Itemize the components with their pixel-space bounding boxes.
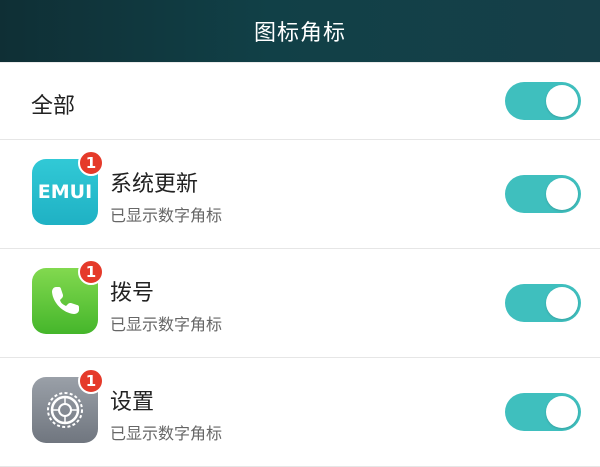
list-item-settings[interactable]: 1 设置 已显示数字角标	[0, 358, 600, 467]
notification-badge: 1	[78, 259, 104, 285]
app-name: 系统更新	[110, 172, 199, 197]
notification-badge: 1	[78, 368, 104, 394]
page-title: 图标角标	[253, 21, 346, 46]
app-name: 设置	[110, 390, 155, 415]
settings-toggle[interactable]	[505, 393, 581, 431]
list-item-dialer[interactable]: 1 拨号 已显示数字角标	[0, 249, 600, 358]
all-toggle[interactable]	[505, 82, 581, 120]
app-icon-system-update: EMUI 1	[32, 150, 104, 225]
gear-icon	[47, 392, 83, 428]
dialer-toggle[interactable]	[505, 284, 581, 322]
app-status: 已显示数字角标	[110, 315, 223, 334]
phone-handset-icon	[52, 287, 79, 314]
system-update-toggle[interactable]	[505, 175, 581, 213]
notification-badge: 1	[78, 150, 104, 176]
emui-logo-text: EMUI	[37, 181, 93, 203]
toggle-knob	[546, 85, 578, 117]
app-status: 已显示数字角标	[110, 424, 223, 443]
app-icon-settings: 1	[32, 368, 104, 443]
app-name: 拨号	[110, 281, 155, 306]
all-label: 全部	[31, 94, 76, 119]
title-bar: 图标角标	[0, 0, 600, 62]
list-item-system-update[interactable]: EMUI 1 系统更新 已显示数字角标	[0, 140, 600, 249]
all-badges-row[interactable]: 全部	[0, 62, 600, 140]
toggle-knob	[546, 178, 578, 210]
app-status: 已显示数字角标	[110, 206, 223, 225]
toggle-knob	[546, 396, 578, 428]
app-icon-dialer: 1	[32, 259, 104, 334]
toggle-knob	[546, 287, 578, 319]
